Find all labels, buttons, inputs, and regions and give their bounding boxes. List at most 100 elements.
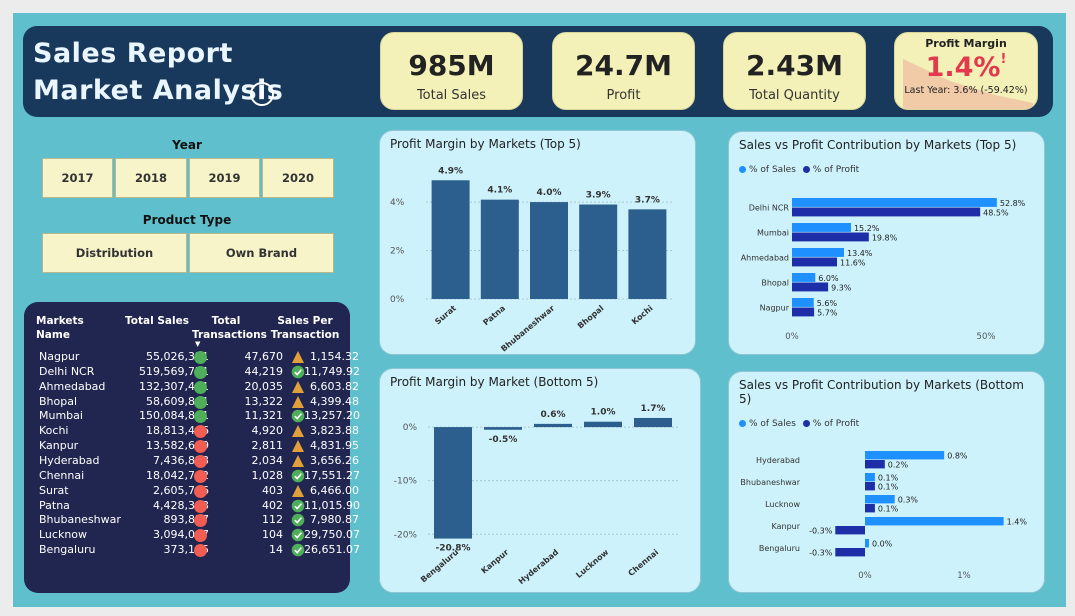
product-option-own-brand[interactable]: Own Brand <box>189 233 334 273</box>
status-dot-icon <box>194 469 207 483</box>
profit-bar <box>792 207 981 217</box>
profit-bar <box>865 460 885 469</box>
status-dot-icon <box>194 484 207 498</box>
table-row[interactable]: Surat 2,605,796 403 6,466.00 <box>24 484 359 499</box>
sales-bar <box>792 273 816 282</box>
info-icon[interactable]: i <box>250 82 274 106</box>
bar <box>431 180 470 299</box>
x-tick-label: Chennai <box>627 547 661 578</box>
sales-per-transaction-cell: 29,750.07 <box>304 528 360 542</box>
y-tick-label: 0% <box>390 295 405 305</box>
x-tick-label: 1% <box>957 571 971 581</box>
kpi-value: 2.43M <box>746 49 843 82</box>
profit-margin-card: Profit Margin 1.4%! Last Year: 3.6% (-59… <box>894 32 1038 110</box>
table-row[interactable]: Kanpur 13,582,609 2,811 4,831.95 <box>24 439 359 454</box>
profit-bar <box>792 307 815 317</box>
sales-per-transaction-cell: 7,980.87 <box>310 513 359 527</box>
category-label: Ahmedabad <box>741 254 789 263</box>
table-row[interactable]: Kochi 18,813,466 4,920 3,823.88 <box>24 424 359 439</box>
table-row[interactable]: Bhopal 58,609,861 13,322 4,399.48 <box>24 394 359 410</box>
data-label: 0.0% <box>872 540 893 549</box>
year-option-2020[interactable]: 2020 <box>262 158 334 198</box>
check-circle-icon <box>291 469 305 483</box>
sales-per-transaction-cell: 3,656.26 <box>310 453 359 467</box>
market-name-cell: Lucknow <box>39 528 88 542</box>
table-row[interactable]: Bhubaneshwar 893,857 112 7,980.87 <box>24 513 359 528</box>
total-transactions-cell: 13,322 <box>244 394 284 408</box>
data-label: 15.2% <box>854 224 880 233</box>
header-markets-name[interactable]: Markets Name <box>36 314 118 342</box>
data-label: -0.3% <box>809 527 833 536</box>
report-subtitle: Market Analysis <box>33 75 284 106</box>
table-row[interactable]: Chennai 18,042,702 1,028 17,551.27 <box>24 469 360 484</box>
sales-per-transaction-cell: 17,551.27 <box>304 468 360 482</box>
sales-per-transaction-cell: 13,257.20 <box>304 409 360 423</box>
status-dot-icon <box>194 380 207 394</box>
kpi-value: 985M <box>408 49 495 82</box>
chart-bottom5-margin: 0%-10%-20%-20.8%Bengaluru-0.5%Kanpur0.6%… <box>394 404 678 586</box>
sales-bar <box>865 495 895 504</box>
profit-margin-number: 1.4% <box>925 52 1001 83</box>
kpi-label: Total Sales <box>416 88 487 103</box>
total-transactions-cell: 2,811 <box>251 439 284 453</box>
x-tick-label: Patna <box>481 304 507 328</box>
y-tick-label: -20% <box>394 530 418 540</box>
sales-bar <box>865 517 1004 526</box>
x-tick-label: Bhubaneshwar <box>499 304 556 354</box>
total-transactions-cell: 14 <box>269 543 283 557</box>
sales-per-transaction-cell: 6,466.00 <box>310 483 359 497</box>
total-transactions-cell: 11,321 <box>244 409 284 423</box>
total-transactions-cell: 402 <box>262 498 283 512</box>
profit-margin-title: Profit Margin <box>925 37 1007 50</box>
table-row[interactable]: Hyderabad 7,436,823 2,034 3,656.26 <box>24 454 359 469</box>
sales-per-transaction-cell: 4,399.48 <box>310 394 359 408</box>
year-option-2018[interactable]: 2018 <box>115 158 187 198</box>
market-name-cell: Bengaluru <box>39 543 96 557</box>
profit-bar <box>865 482 875 491</box>
status-dot-icon <box>194 454 207 468</box>
bar <box>584 421 622 428</box>
header-sales-per-transaction[interactable]: Sales Per Transaction <box>268 314 342 342</box>
header-total-sales[interactable]: Total Sales <box>124 314 190 328</box>
bar <box>480 199 519 299</box>
check-circle-icon <box>291 543 305 557</box>
sales-bar <box>792 298 814 307</box>
check-circle-icon <box>291 365 305 379</box>
status-dot-icon <box>194 365 207 379</box>
chart-card-top5-margin: Profit Margin by Markets (Top 5) 0% 2% 4% 4… <box>379 130 696 355</box>
total-transactions-cell: 112 <box>262 513 283 527</box>
status-dot-icon <box>194 499 207 513</box>
chart-top5-margin: 0% 2% 4% 4.9% Surat 4.1% Patna 4.0% Bhubaneshwar… <box>390 166 672 354</box>
table-row[interactable]: Ahmedabad 132,307,441 20,035 6,603.82 <box>24 379 359 395</box>
product-option-distribution[interactable]: Distribution <box>42 233 187 273</box>
warning-triangle-icon <box>291 484 305 498</box>
kpi-label: Total Quantity <box>749 88 840 103</box>
total-transactions-cell: 20,035 <box>244 379 284 393</box>
table-row[interactable]: Mumbai 150,084,801 11,321 13,257.20 <box>24 409 360 424</box>
year-option-2017[interactable]: 2017 <box>42 158 113 198</box>
chart-top5-contribution: Delhi NCR 52.8%48.5% Mumbai 15.2%19.8% Ahmed… <box>741 198 1026 342</box>
status-dot-icon <box>194 351 207 364</box>
bar <box>534 423 572 428</box>
x-tick-label: Bhopal <box>576 303 606 330</box>
data-label: 1.7% <box>641 404 666 414</box>
data-label: 52.8% <box>1000 199 1026 208</box>
table-row[interactable]: Delhi NCR 519,569,771 44,219 11,749.92 <box>24 364 360 380</box>
table-row[interactable]: Lucknow 3,094,007 104 29,750.07 <box>24 528 360 543</box>
check-circle-icon <box>291 499 305 513</box>
sort-down-icon[interactable]: ▼ <box>195 340 200 348</box>
total-transactions-cell: 44,219 <box>244 364 284 378</box>
category-label: Nagpur <box>760 304 790 313</box>
total-transactions-cell: 104 <box>262 528 283 542</box>
kpi-profit: 24.7M Profit <box>552 32 695 110</box>
table-row[interactable]: Patna 4,428,393 402 11,015.90 <box>24 498 360 514</box>
sales-per-transaction-cell: 3,823.88 <box>310 424 359 438</box>
sales-bar <box>865 451 945 460</box>
data-label: 0.2% <box>888 461 909 470</box>
header-total-transactions[interactable]: Total Transactions <box>192 314 267 342</box>
data-label: 0.1% <box>878 505 899 514</box>
year-option-2019[interactable]: 2019 <box>189 158 260 198</box>
table-row[interactable]: Bengaluru 373,115 14 26,651.07 <box>24 543 360 558</box>
table-row[interactable]: Nagpur 55,026,321 47,670 1,154.32 <box>24 350 359 365</box>
chart-card-top5-contribution: Sales vs Profit Contribution by Markets … <box>728 131 1045 355</box>
